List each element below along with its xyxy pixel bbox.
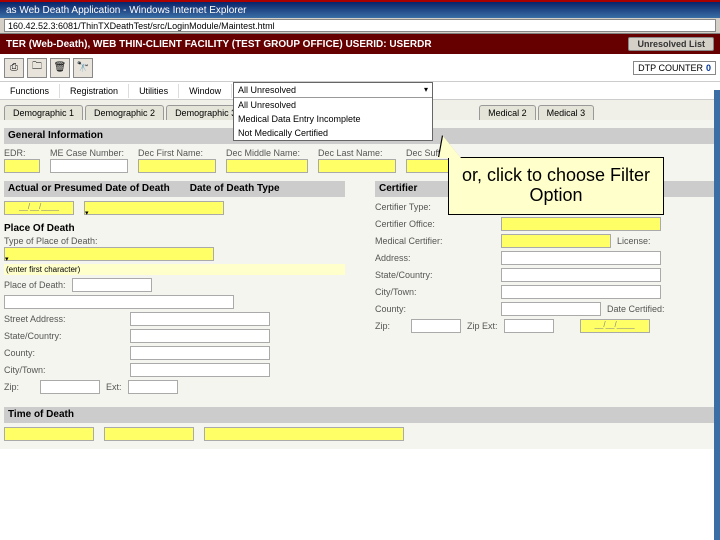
menu-registration[interactable]: Registration (60, 84, 129, 98)
medcert-lbl: Medical Certifier: (375, 236, 495, 246)
menu-functions[interactable]: Functions (0, 84, 60, 98)
filter-option-1[interactable]: Medical Data Entry Incomplete (234, 112, 432, 126)
menu-utilities[interactable]: Utilities (129, 84, 179, 98)
dtp-counter: DTP COUNTER 0 (633, 61, 716, 75)
window-title: as Web Death Application - Windows Inter… (6, 5, 247, 16)
tab-medical-3[interactable]: Medical 3 (538, 105, 595, 120)
counter-label: DTP COUNTER (638, 63, 703, 73)
r-zipext-input[interactable] (504, 319, 554, 333)
county-input[interactable] (130, 346, 270, 360)
dod-type-select[interactable] (84, 201, 224, 215)
r-addr-input[interactable] (501, 251, 661, 265)
l-city: City/Town: (4, 365, 124, 375)
address-input[interactable] (4, 19, 716, 32)
toolbar-icon-2[interactable]: 🗀 (27, 58, 47, 78)
r-zip-input[interactable] (411, 319, 461, 333)
ext-input[interactable] (128, 380, 178, 394)
r-county-input[interactable] (501, 302, 601, 316)
r-city-input[interactable] (501, 285, 661, 299)
medcert-input[interactable] (501, 234, 611, 248)
filter-dropdown[interactable]: All Unresolved All Unresolved Medical Da… (233, 82, 433, 141)
hint-enterfirst: (enter first character) (4, 264, 345, 275)
callout-filter-option: or, click to choose Filter Option (448, 157, 664, 215)
window-title-bar: as Web Death Application - Windows Inter… (0, 0, 720, 18)
l-street: Street Address: (4, 314, 124, 324)
r-city: City/Town: (375, 287, 495, 297)
r-zipext: Zip Ext: (467, 321, 498, 331)
filter-option-2[interactable]: Not Medically Certified (234, 126, 432, 140)
tod-input-3[interactable] (204, 427, 404, 441)
l-ext: Ext: (106, 382, 122, 392)
toolbar: ⎙ 🗀 🗑 🔭 DTP COUNTER 0 (0, 54, 720, 82)
lbl-fname: Dec First Name: (138, 148, 216, 158)
lname-input[interactable] (318, 159, 396, 173)
r-zip: Zip: (375, 321, 405, 331)
tod-input-1[interactable] (4, 427, 94, 441)
fname-input[interactable] (138, 159, 216, 173)
certoffice-lbl: Certifier Office: (375, 219, 495, 229)
tab-demographic-2[interactable]: Demographic 2 (85, 105, 164, 120)
toolbar-icon-3[interactable]: 🗑 (50, 58, 70, 78)
edr-input[interactable] (4, 159, 40, 173)
license-lbl: License: (617, 236, 651, 246)
tab-demographic-1[interactable]: Demographic 1 (4, 105, 83, 120)
menu-bar: Functions Registration Utilities Window … (0, 82, 720, 100)
toolbar-icon-1[interactable]: ⎙ (4, 58, 24, 78)
l-zip: Zip: (4, 382, 34, 392)
l-county: County: (4, 348, 124, 358)
l-state: State/Country: (4, 331, 124, 341)
place-head: Place Of Death (4, 223, 345, 234)
zip-input[interactable] (40, 380, 100, 394)
callout-text: or, click to choose Filter Option (449, 166, 663, 206)
placetype-lbl: Type of Place of Death: (4, 236, 345, 246)
app-title: TER (Web-Death), WEB THIN-CLIENT FACILIT… (6, 39, 432, 50)
filter-option-0[interactable]: All Unresolved (234, 98, 432, 112)
mname-input[interactable] (226, 159, 308, 173)
lbl-lname: Dec Last Name: (318, 148, 396, 158)
mecase-input[interactable] (50, 159, 128, 173)
page-right-edge (714, 90, 720, 540)
menu-window[interactable]: Window (179, 84, 232, 98)
certoffice-input[interactable] (501, 217, 661, 231)
place-line2-input[interactable] (4, 295, 234, 309)
street-input[interactable] (130, 312, 270, 326)
counter-value: 0 (706, 63, 711, 73)
section-timeofdeath: Time of Death (4, 407, 716, 423)
lbl-mecase: ME Case Number: (50, 148, 128, 158)
city-input[interactable] (130, 363, 270, 377)
r-state: State/Country: (375, 270, 495, 280)
dod-head: Actual or Presumed Date of Death (8, 183, 170, 195)
placedeath-input[interactable] (72, 278, 152, 292)
app-header: TER (Web-Death), WEB THIN-CLIENT FACILIT… (0, 34, 720, 54)
r-county: County: (375, 304, 495, 314)
dod-input[interactable]: __/__/____ (4, 201, 74, 215)
tab-medical-2[interactable]: Medical 2 (479, 105, 536, 120)
unresolved-list-button[interactable]: Unresolved List (628, 37, 714, 51)
address-bar-row (0, 18, 720, 34)
filter-current[interactable]: All Unresolved (234, 83, 432, 98)
tod-input-2[interactable] (104, 427, 194, 441)
placetype-select[interactable] (4, 247, 214, 261)
r-addr: Address: (375, 253, 495, 263)
lbl-mname: Dec Middle Name: (226, 148, 308, 158)
binoculars-icon[interactable]: 🔭 (73, 58, 93, 78)
lbl-edr: EDR: (4, 148, 40, 158)
datecert-lbl: Date Certified: (607, 304, 665, 314)
r-state-input[interactable] (501, 268, 661, 282)
state-input[interactable] (130, 329, 270, 343)
placedeath-lbl: Place of Death: (4, 280, 66, 290)
dodtype-head: Date of Death Type (190, 183, 280, 195)
datecert-input[interactable]: __/__/____ (580, 319, 650, 333)
